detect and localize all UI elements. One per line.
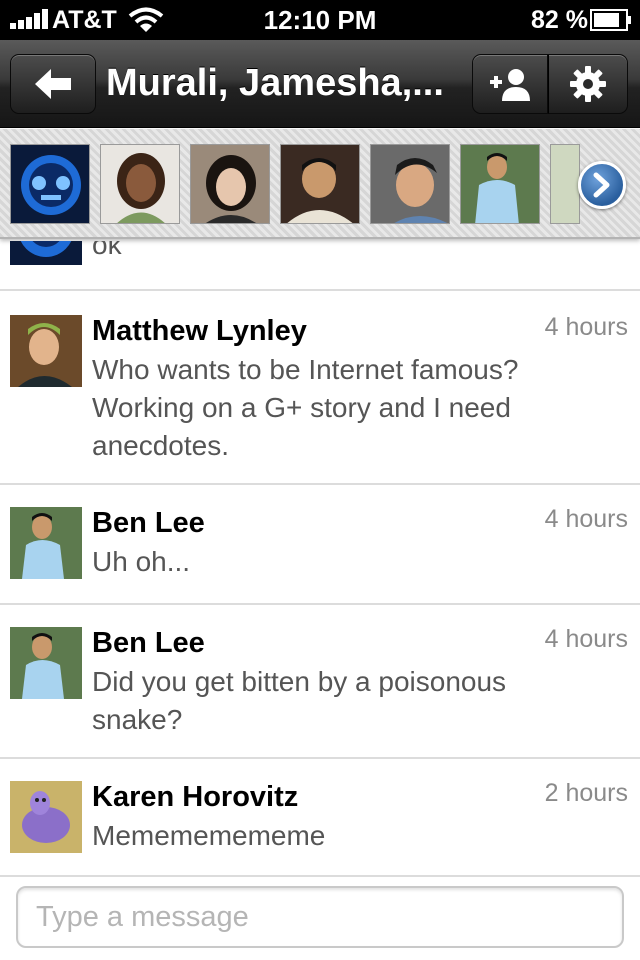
sender-name: Karen Horovitz [92,781,299,813]
message-line: snake? [92,704,183,735]
participant-avatar[interactable] [100,144,180,224]
participant-avatar[interactable] [460,144,540,224]
message-list[interactable]: ok Matthew Lynley 4 hours Who wants to b… [0,241,640,877]
message-line: Who wants to be Internet famous? [92,354,519,385]
sender-photo [10,781,82,853]
navigation-bar: Murali, Jamesha,... [0,40,640,128]
more-participants-button[interactable] [578,161,626,209]
battery-percent: 82 % [531,6,588,34]
participant-avatar[interactable] [550,144,580,224]
back-arrow-icon [35,69,71,99]
message-row: Karen Horovitz 2 hours Memememememe [0,759,640,877]
sender-name: Ben Lee [92,507,205,539]
message-line: Did you get bitten by a poisonous [92,666,507,697]
battery-icon [590,9,631,31]
status-bar: AT&T 12:10 PM 82 % [0,0,640,40]
message-row: Ben Lee 4 hours Did you get bitten by a … [0,605,640,759]
gear-icon [570,66,606,102]
participant-avatar[interactable] [280,144,360,224]
message-row: Matthew Lynley 4 hours Who wants to be I… [0,293,640,485]
conversation-title: Murali, Jamesha,... [106,62,444,104]
sender-name: Matthew Lynley [92,315,307,347]
participant-avatar[interactable] [370,144,450,224]
chevron-right-icon [593,172,610,198]
message-line: anecdotes. [92,430,229,461]
sender-avatar[interactable] [10,781,82,853]
sender-photo [10,315,82,387]
sender-avatar [10,241,82,265]
message-text: Did you get bitten by a poisonous snake? [92,663,622,739]
sender-avatar[interactable] [10,315,82,387]
participant-photo [206,155,256,223]
participant-avatar[interactable] [190,144,270,224]
back-button[interactable] [10,54,96,114]
participant-photo [475,153,519,223]
participants-strip [0,129,640,239]
participant-photo [287,158,353,223]
sender-photo [10,507,82,579]
participant-photo [117,153,165,223]
message-timestamp: 2 hours [544,779,628,807]
sender-photo [10,241,82,265]
sender-photo [10,627,82,699]
message-line: Memememememe [92,820,326,851]
message-line: Working on a G+ story and I need [92,392,511,423]
participant-photo [394,158,448,223]
message-composer [0,878,640,960]
message-text: Uh oh... [92,543,622,581]
add-person-icon [490,69,530,101]
participant-avatar[interactable] [10,144,90,224]
settings-button[interactable] [548,54,628,114]
message-timestamp: 4 hours [544,505,628,533]
message-text: Who wants to be Internet famous? Working… [92,351,622,465]
sender-avatar[interactable] [10,627,82,699]
message-text: Memememememe [92,817,622,855]
message-row: ok [0,241,640,291]
sender-avatar[interactable] [10,507,82,579]
message-input[interactable] [16,886,624,948]
message-timestamp: 4 hours [544,313,628,341]
sender-name: Ben Lee [92,627,205,659]
message-row: Ben Lee 4 hours Uh oh... [0,485,640,605]
message-line: Uh oh... [92,546,191,577]
message-text: ok [92,241,122,260]
participant-photo [21,155,81,215]
add-person-button[interactable] [472,54,548,114]
message-timestamp: 4 hours [544,625,628,653]
